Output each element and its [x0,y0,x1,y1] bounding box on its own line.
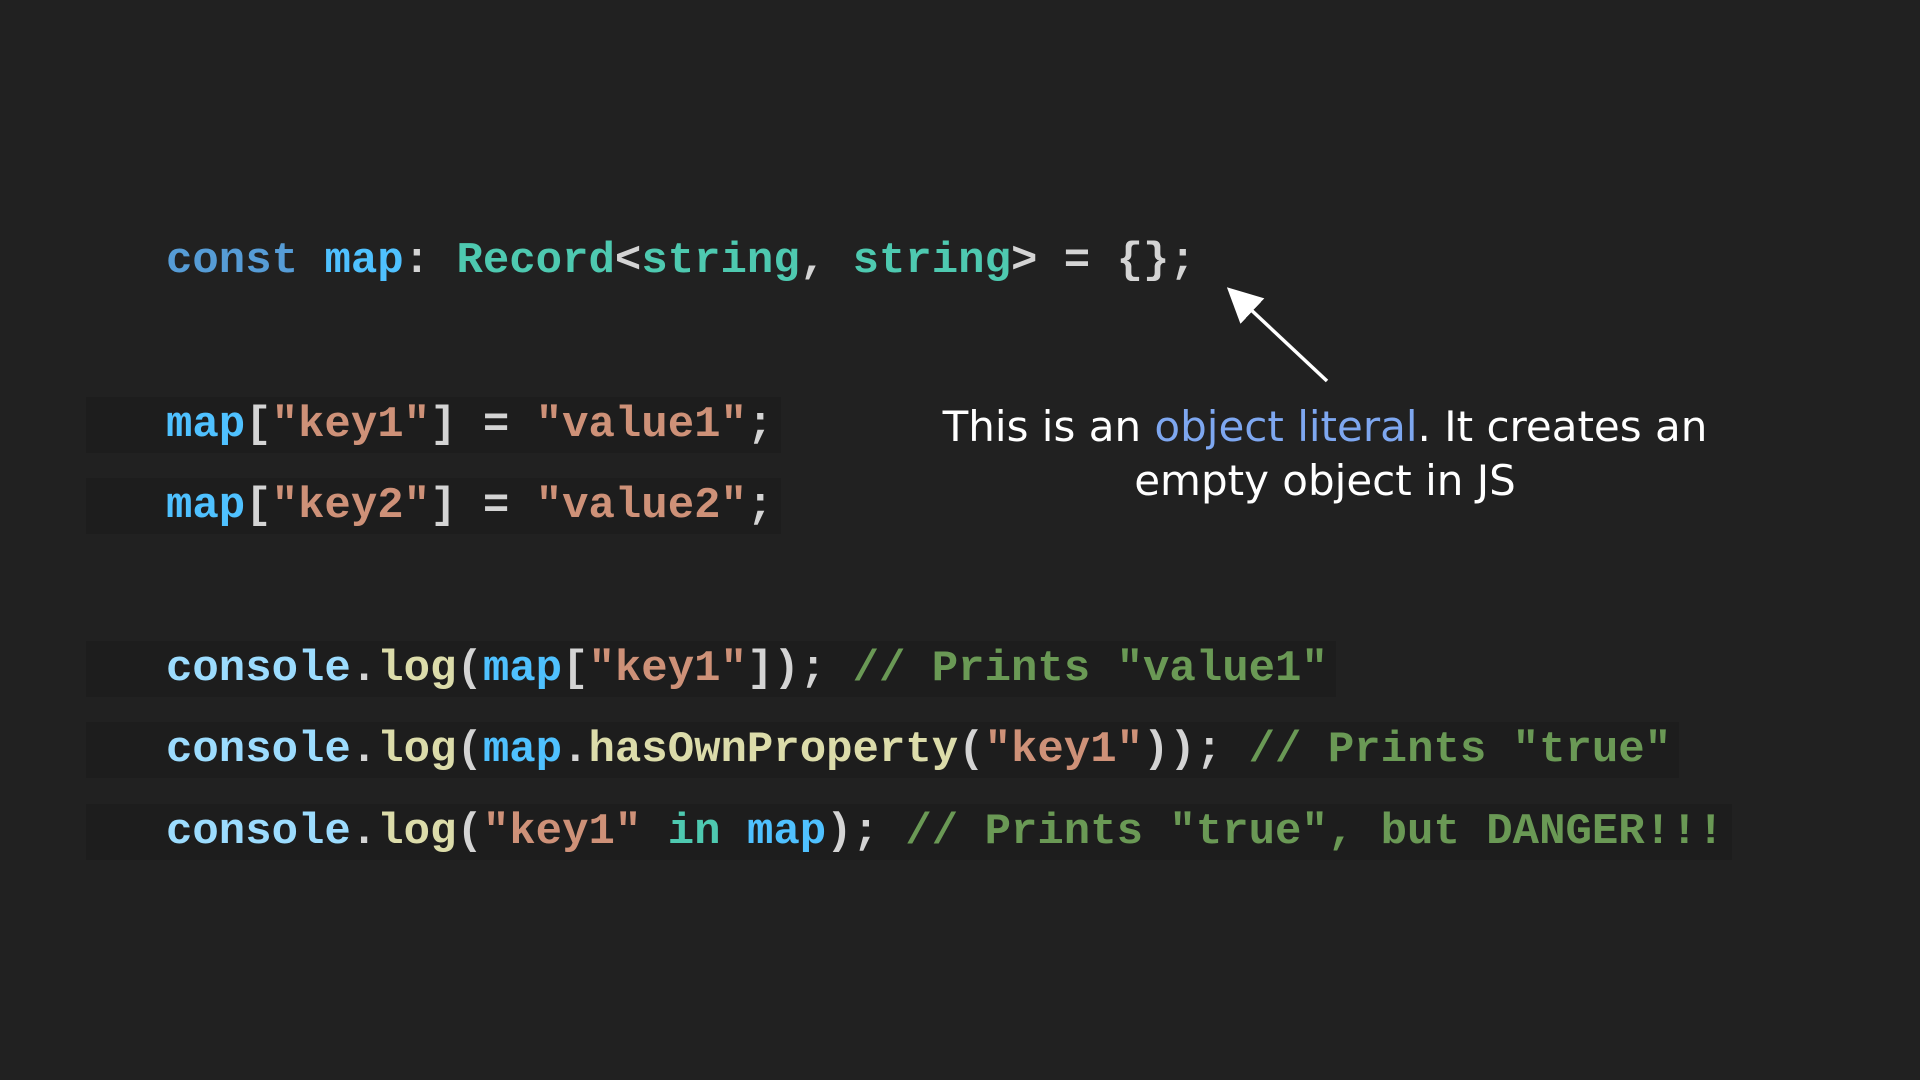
annotation-lead: This is an [942,402,1155,451]
annotation-arrow-icon [1226,287,1329,383]
annotation-highlight: object literal [1154,402,1418,451]
annotation-text: This is an object literal. It creates an… [920,400,1730,508]
